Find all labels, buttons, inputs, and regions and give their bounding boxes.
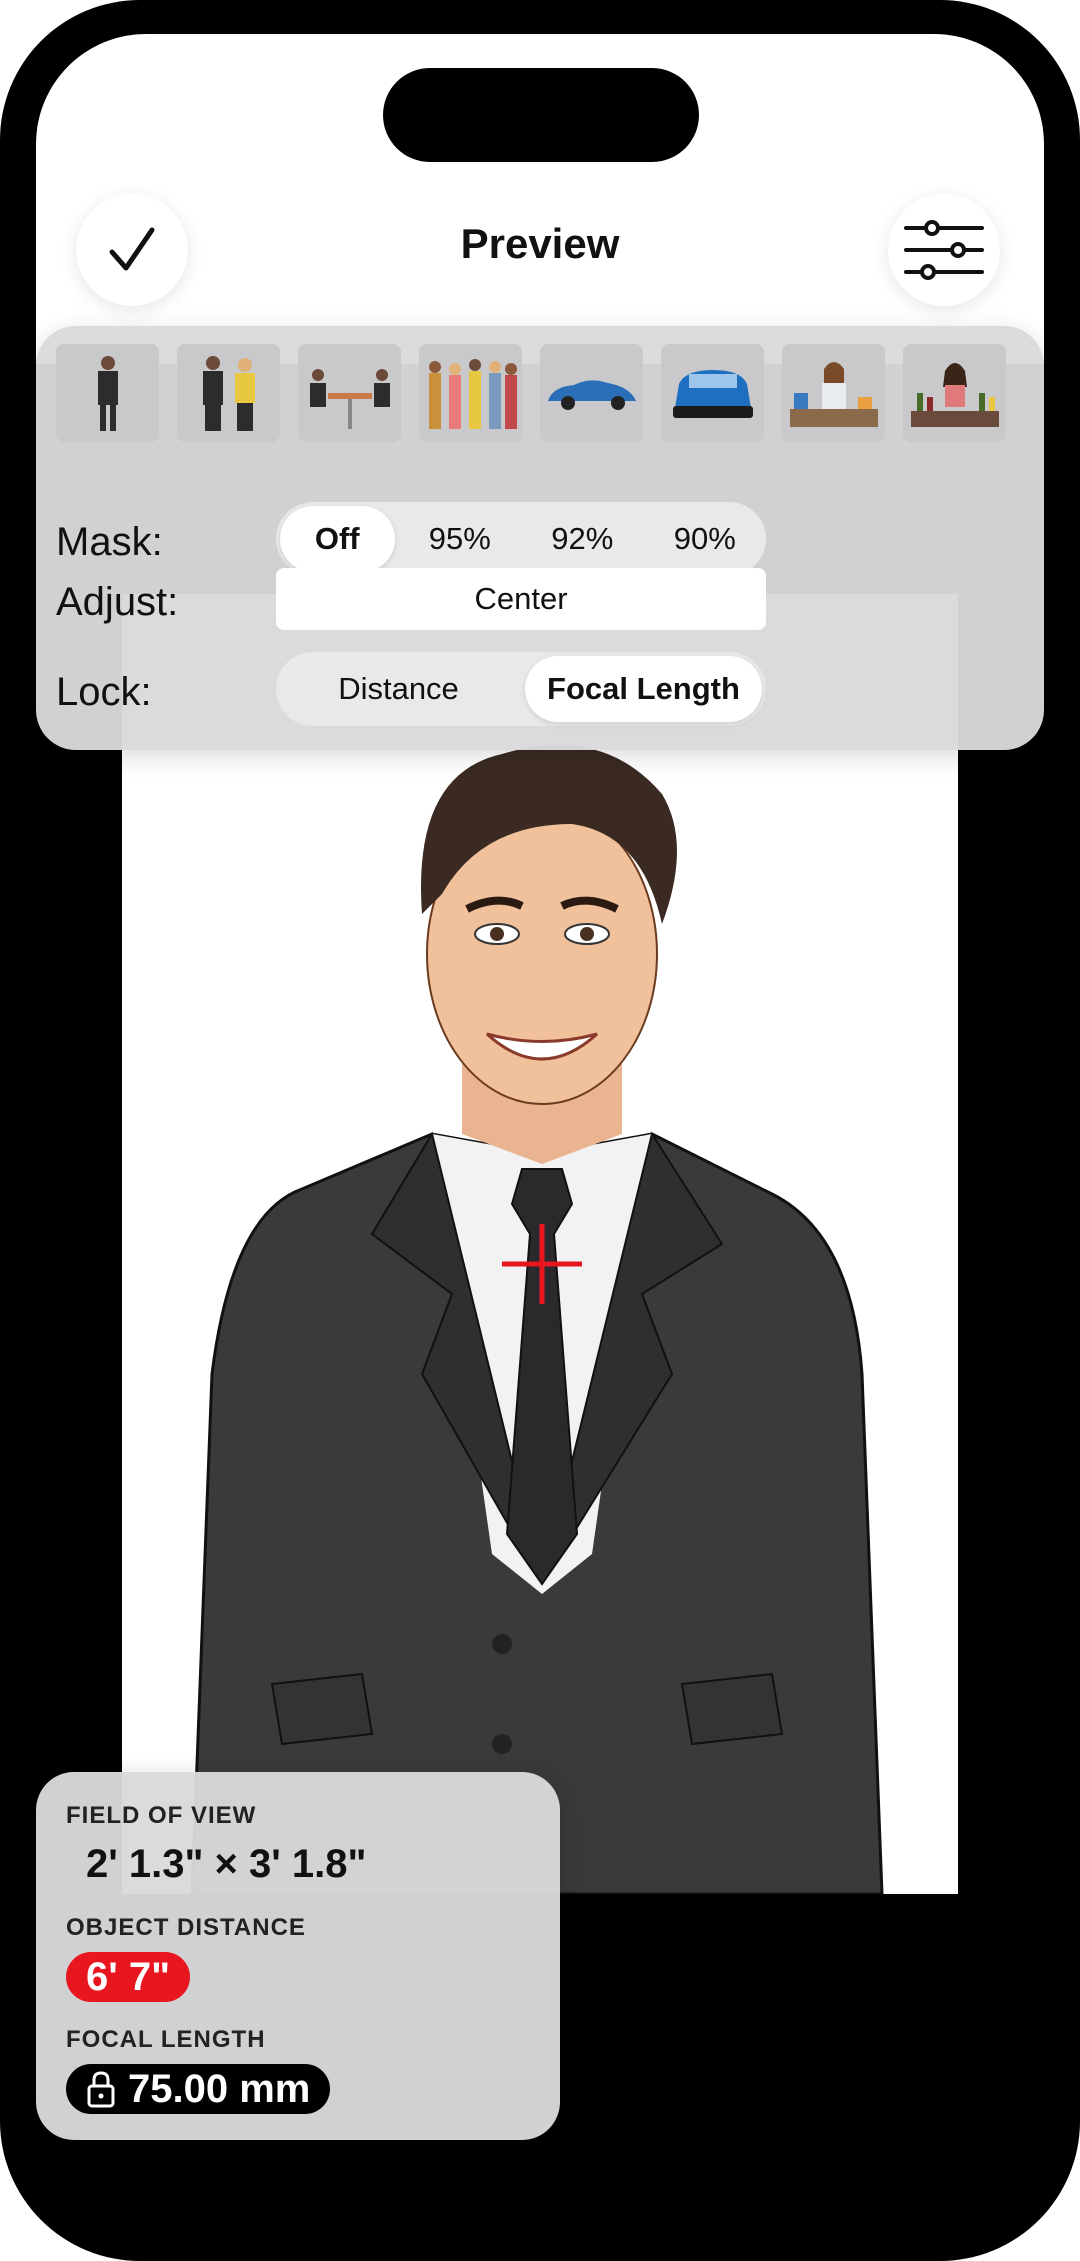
thumbnail-woman-bottles[interactable] — [903, 344, 1006, 442]
fov-label: FIELD OF VIEW — [66, 1802, 257, 1829]
thumbnail-couple[interactable] — [177, 344, 280, 442]
lock-label: Lock: — [56, 670, 152, 714]
focal-length-label: FOCAL LENGTH — [66, 2026, 266, 2053]
thumbnail-car-front[interactable] — [661, 344, 764, 442]
preview-canvas[interactable] — [122, 594, 958, 1894]
focal-length-value: 75.00 mm — [128, 2066, 311, 2111]
controls-panel: Mask: Off 95% 92% 90% Adjust: Center Loc… — [36, 326, 1044, 750]
navigation-bar: Preview — [36, 34, 1044, 364]
couple-icon — [202, 356, 255, 431]
measurement-card: FIELD OF VIEW 2' 1.3" × 3' 1.8" OBJECT D… — [36, 1772, 560, 2140]
settings-button[interactable] — [888, 194, 1000, 306]
mask-option-90[interactable]: 90% — [648, 506, 763, 572]
focal-length-badge[interactable]: 75.00 mm — [66, 2064, 331, 2114]
distance-value: 6' 7" — [86, 1954, 171, 1999]
meeting-icon — [309, 369, 390, 429]
sliders-icon — [904, 220, 984, 280]
distance-label: OBJECT DISTANCE — [66, 1914, 306, 1941]
adjust-label: Adjust: — [56, 580, 179, 624]
mask-segmented-control: Off 95% 92% 90% — [276, 502, 766, 576]
lock-option-distance[interactable]: Distance — [280, 656, 517, 722]
mask-label: Mask: — [56, 520, 163, 564]
thumbnail-single-man[interactable] — [56, 344, 159, 442]
mask-option-95[interactable]: 95% — [403, 506, 518, 572]
lock-icon — [87, 2071, 115, 2108]
adjust-selector[interactable]: Center — [276, 568, 766, 630]
device-frame: Preview Mask: Off 95% 92% 90% Adjust: Ce… — [0, 0, 1080, 2261]
car-front-icon — [672, 370, 753, 418]
mask-option-off[interactable]: Off — [280, 506, 395, 572]
screen: Preview Mask: Off 95% 92% 90% Adjust: Ce… — [36, 34, 1044, 2229]
thumbnail-woman-desk[interactable] — [782, 344, 885, 442]
group-icon — [428, 359, 517, 429]
woman-desk-icon — [789, 362, 878, 427]
woman-bottles-icon — [910, 363, 999, 427]
thumbnail-meeting-table[interactable] — [298, 344, 401, 442]
mask-option-92[interactable]: 92% — [525, 506, 640, 572]
thumbnail-car-side[interactable] — [540, 344, 643, 442]
lock-segmented-control: Distance Focal Length — [276, 652, 766, 726]
distance-badge[interactable]: 6' 7" — [66, 1952, 191, 2002]
dynamic-island — [383, 68, 699, 162]
fov-value: 2' 1.3" × 3' 1.8" — [86, 1842, 367, 1886]
subject-illustration — [190, 745, 884, 1894]
thumbnail-group[interactable] — [419, 344, 522, 442]
scene-thumbnails — [56, 344, 1026, 442]
car-side-icon — [547, 380, 636, 410]
lock-option-focal-length[interactable]: Focal Length — [525, 656, 762, 722]
person-icon — [97, 356, 118, 431]
